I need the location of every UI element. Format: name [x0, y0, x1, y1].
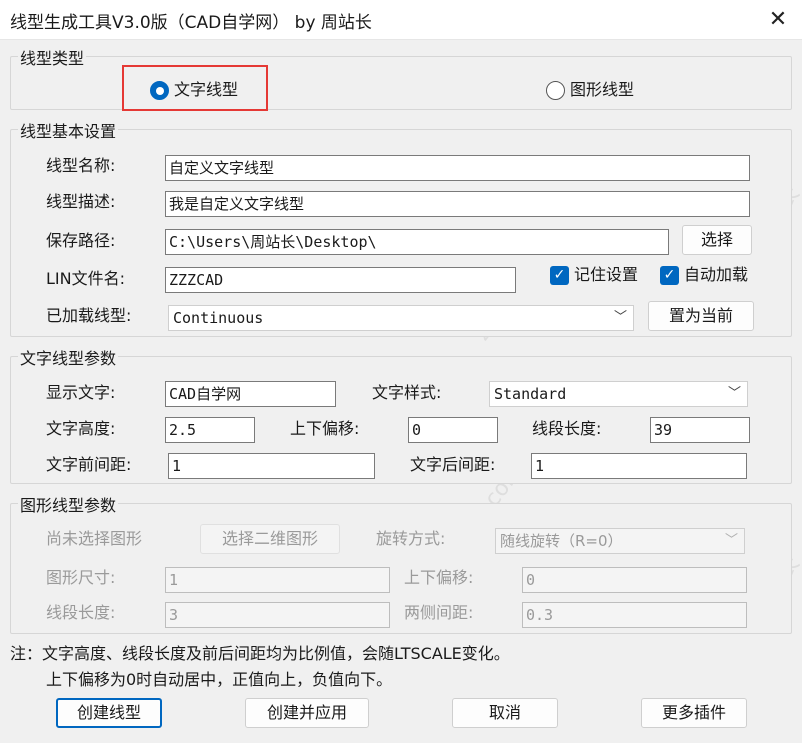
- rotation-mode-select[interactable]: 随线旋转（R=0） ﹀: [495, 528, 745, 554]
- cancel-button[interactable]: 取消: [452, 698, 558, 728]
- close-icon: ✕: [768, 7, 788, 32]
- segment-length-input[interactable]: 39: [650, 417, 750, 443]
- chevron-down-icon: ﹀: [613, 310, 627, 325]
- remember-settings-label[interactable]: 记住设置: [574, 264, 638, 286]
- segment-length-label: 线段长度:: [532, 419, 602, 438]
- side-gap-input[interactable]: 0.3: [522, 602, 747, 628]
- space-after-label: 文字后间距:: [410, 455, 496, 474]
- note-line-1: 注：文字高度、线段长度及前后间距均为比例值，会随LTSCALE变化。: [10, 644, 510, 663]
- side-gap-label: 两侧间距:: [404, 603, 474, 622]
- note-line-2: 上下偏移为0时自动居中，正值向上，负值向下。: [46, 670, 393, 689]
- loaded-linetype-select[interactable]: Continuous ﹀: [168, 305, 634, 331]
- text-height-input[interactable]: 2.5: [165, 417, 255, 443]
- create-linetype-button[interactable]: 创建线型: [56, 698, 162, 728]
- line-type-group-label: 线型类型: [18, 45, 87, 69]
- display-text-label: 显示文字:: [46, 383, 116, 402]
- shape-linetype-radio[interactable]: [546, 81, 565, 100]
- vertical-offset-input[interactable]: 0: [408, 417, 498, 443]
- loaded-linetype-label: 已加载线型:: [46, 306, 132, 325]
- set-current-button[interactable]: 置为当前: [648, 301, 754, 331]
- shape-segment-label: 线段长度:: [46, 603, 116, 622]
- space-after-input[interactable]: 1: [531, 453, 747, 479]
- text-linetype-radio[interactable]: [150, 81, 169, 100]
- text-linetype-label[interactable]: 文字线型: [174, 79, 238, 101]
- autoload-checkbox[interactable]: ✓: [660, 266, 679, 285]
- shape-size-input[interactable]: 1: [165, 567, 390, 593]
- text-style-select[interactable]: Standard ﹀: [489, 381, 748, 407]
- chevron-down-icon: ﹀: [724, 533, 738, 548]
- checkmark-icon: ✓: [553, 267, 566, 283]
- lin-filename-label: LIN文件名:: [46, 269, 125, 288]
- autoload-label[interactable]: 自动加载: [684, 264, 748, 286]
- choose-path-button[interactable]: 选择: [682, 225, 752, 255]
- rotation-mode-value: 随线旋转（R=0）: [500, 532, 623, 550]
- shape-offset-input[interactable]: 0: [522, 567, 747, 593]
- remember-settings-checkbox[interactable]: ✓: [550, 266, 569, 285]
- save-path-label: 保存路径:: [46, 231, 116, 250]
- checkmark-icon: ✓: [663, 267, 676, 283]
- space-before-input[interactable]: 1: [168, 453, 375, 479]
- more-plugins-button[interactable]: 更多插件: [641, 698, 747, 728]
- linetype-desc-input[interactable]: 我是自定义文字线型: [165, 191, 750, 217]
- linetype-name-label: 线型名称:: [46, 156, 116, 175]
- lin-filename-input[interactable]: ZZZCAD: [165, 267, 516, 293]
- shape-params-group-label: 图形线型参数: [18, 492, 119, 516]
- no-shape-selected-label: 尚未选择图形: [46, 529, 143, 548]
- select-2d-shape-button[interactable]: 选择二维图形: [200, 524, 340, 554]
- space-before-label: 文字前间距:: [46, 455, 132, 474]
- text-style-value: Standard: [494, 385, 567, 403]
- basic-settings-group-label: 线型基本设置: [18, 118, 119, 142]
- text-height-label: 文字高度:: [46, 419, 116, 438]
- title-bar: 线型生成工具V3.0版（CAD自学网） by 周站长 ✕: [0, 0, 802, 40]
- rotation-mode-label: 旋转方式:: [376, 529, 446, 548]
- create-and-apply-button[interactable]: 创建并应用: [245, 698, 369, 728]
- display-text-input[interactable]: CAD自学网: [165, 381, 336, 407]
- shape-offset-label: 上下偏移:: [404, 568, 474, 587]
- text-params-group-label: 文字线型参数: [18, 345, 119, 369]
- vertical-offset-label: 上下偏移:: [290, 419, 360, 438]
- shape-segment-input[interactable]: 3: [165, 602, 390, 628]
- save-path-input[interactable]: C:\Users\周站长\Desktop\: [165, 229, 669, 255]
- window-title: 线型生成工具V3.0版（CAD自学网） by 周站长: [10, 13, 372, 33]
- close-button[interactable]: ✕: [758, 2, 798, 38]
- shape-size-label: 图形尺寸:: [46, 568, 116, 587]
- text-style-label: 文字样式:: [372, 383, 442, 402]
- linetype-desc-label: 线型描述:: [46, 192, 116, 211]
- loaded-linetype-value: Continuous: [173, 309, 264, 327]
- shape-linetype-label[interactable]: 图形线型: [570, 79, 634, 101]
- linetype-name-input[interactable]: 自定义文字线型: [165, 155, 750, 181]
- chevron-down-icon: ﹀: [727, 386, 741, 401]
